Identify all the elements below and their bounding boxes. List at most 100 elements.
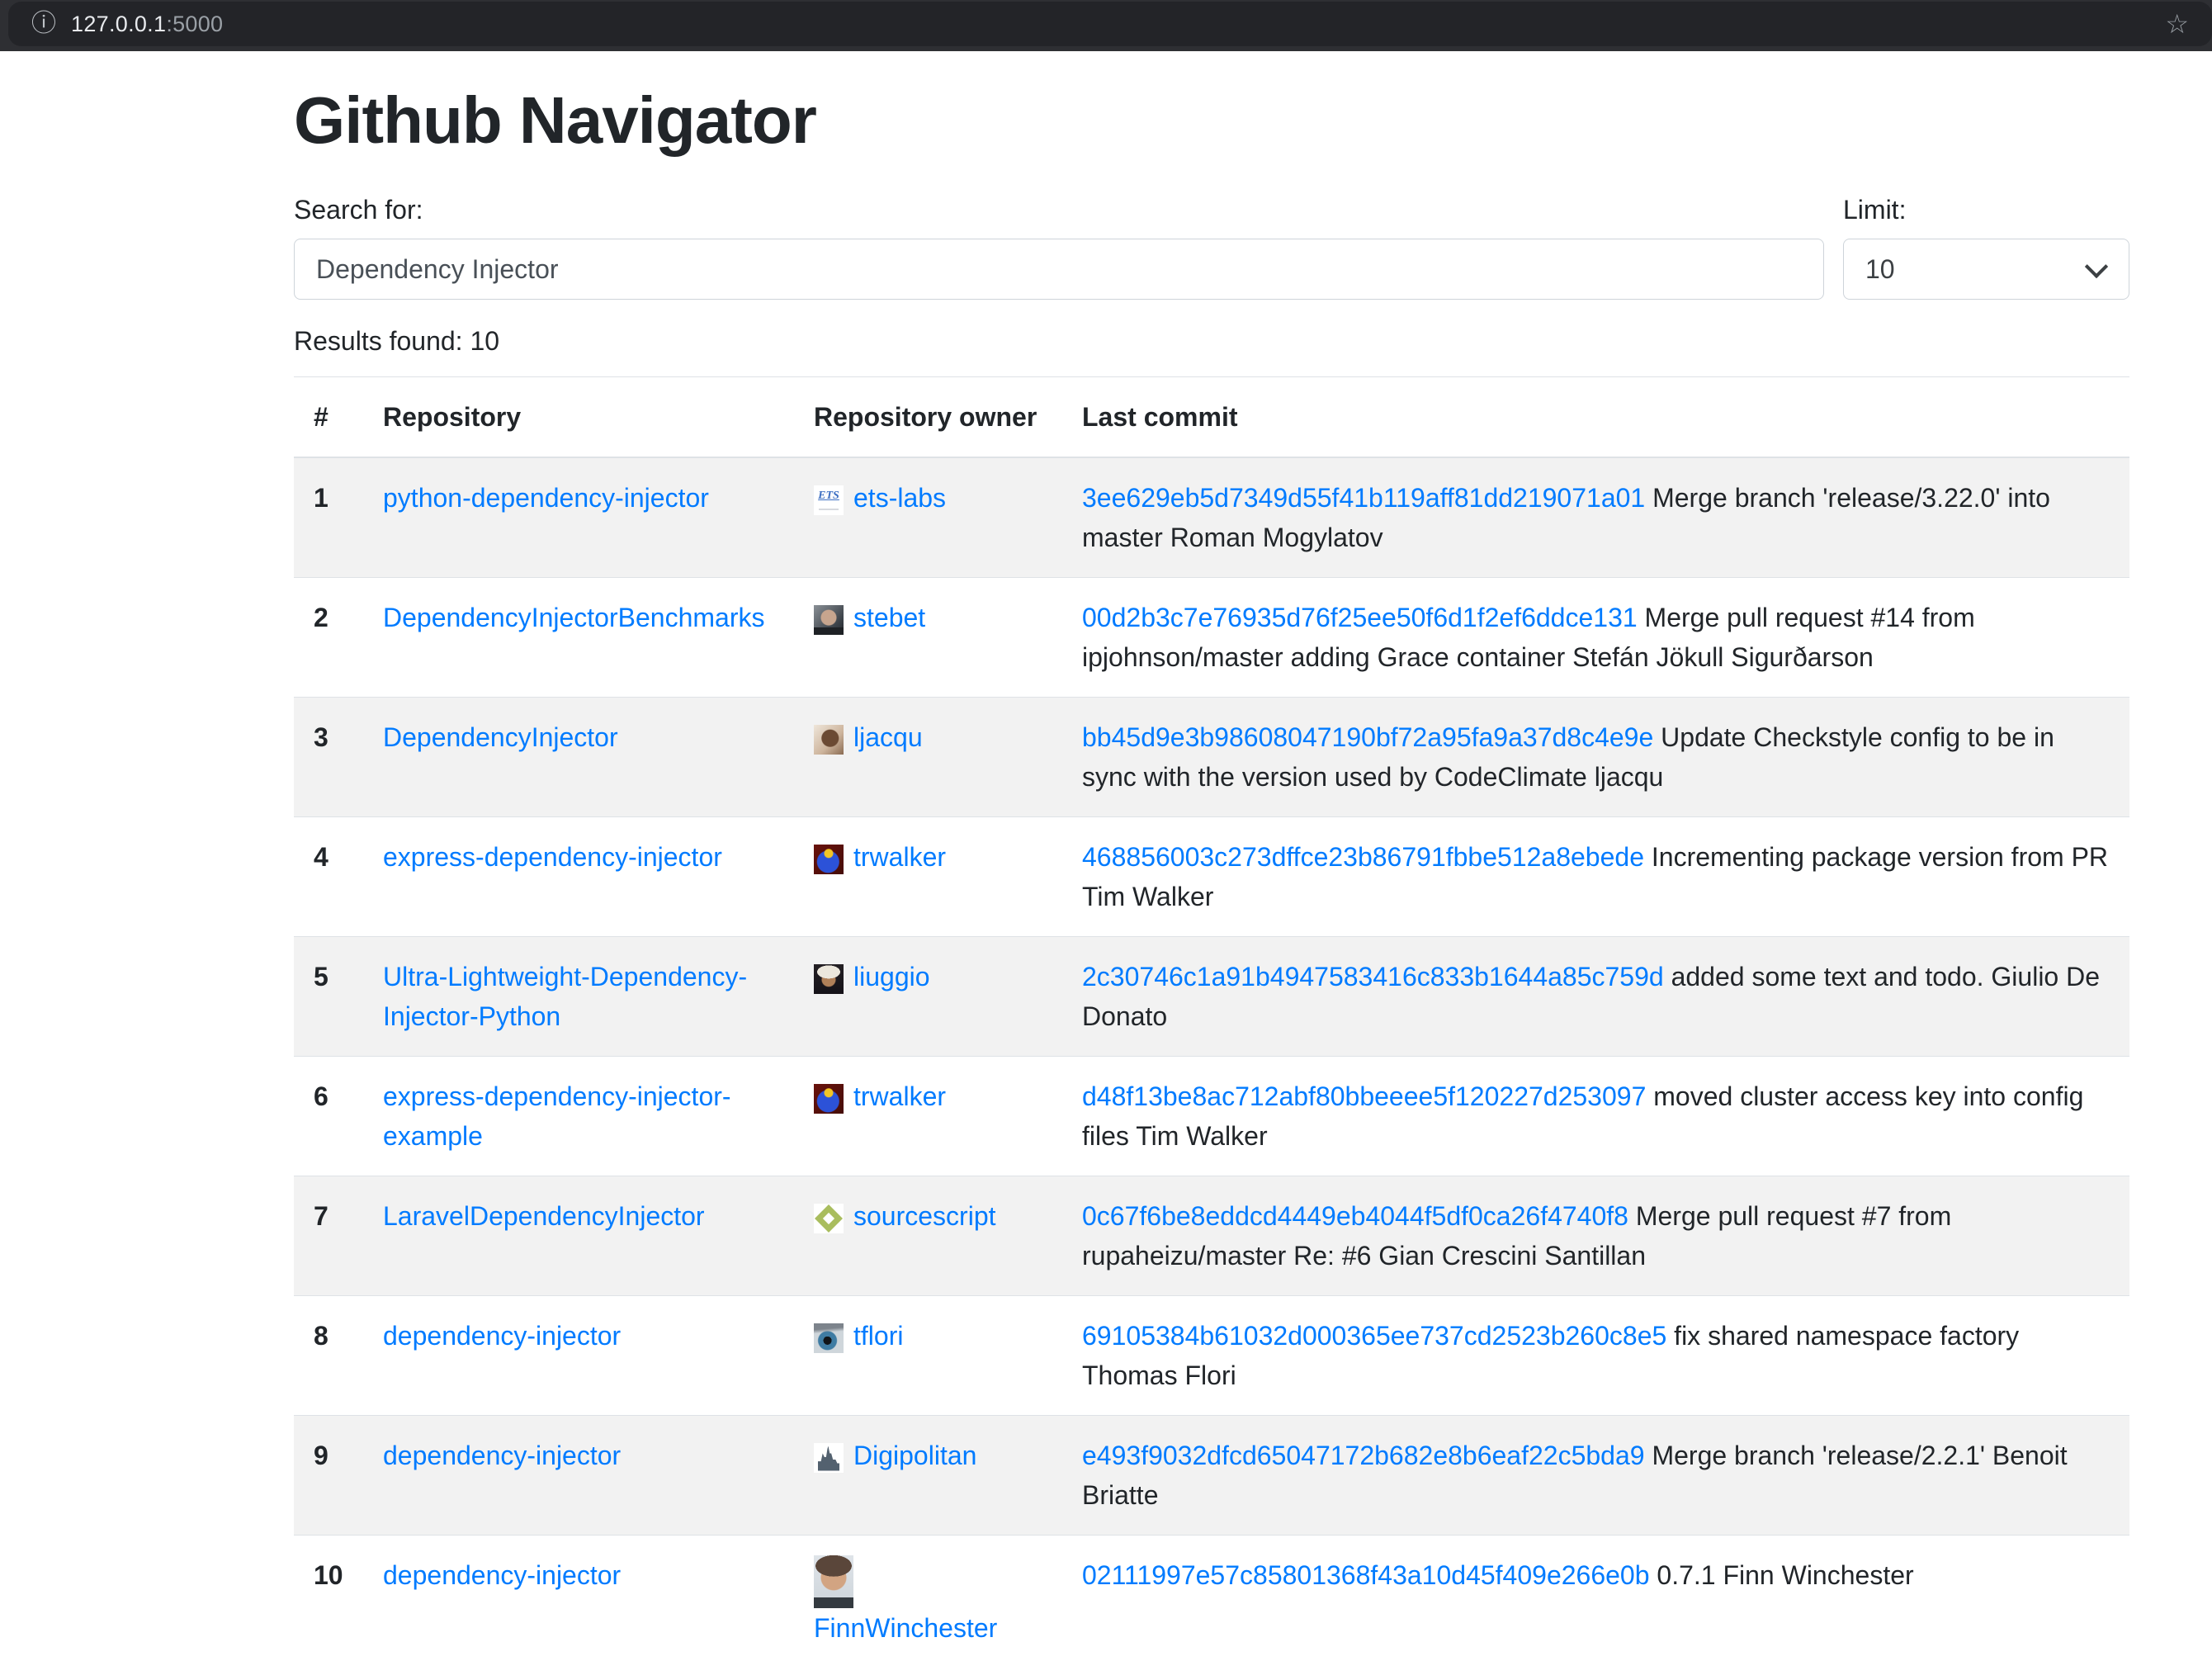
row-number: 6 bbox=[294, 1057, 363, 1176]
owner-link[interactable]: trwalker bbox=[853, 1081, 946, 1111]
limit-label: Limit: bbox=[1843, 195, 2129, 225]
limit-select[interactable]: 10 bbox=[1843, 239, 2129, 300]
search-form: Search for: Limit: 10 bbox=[294, 195, 2129, 300]
owner-link[interactable]: sourcescript bbox=[853, 1201, 996, 1231]
commit-hash-link[interactable]: 69105384b61032d000365ee737cd2523b260c8e5 bbox=[1082, 1321, 1666, 1351]
table-row: 9dependency-injectorDigipolitane493f9032… bbox=[294, 1416, 2129, 1536]
owner-avatar bbox=[814, 845, 844, 874]
owner-cell: sourcescript bbox=[794, 1176, 1062, 1296]
repo-cell: python-dependency-injector bbox=[363, 457, 794, 578]
owner-avatar bbox=[814, 1443, 844, 1473]
results-table-head: # Repository Repository owner Last commi… bbox=[294, 377, 2129, 458]
commit-hash-link[interactable]: 00d2b3c7e76935d76f25ee50f6d1f2ef6ddce131 bbox=[1082, 603, 1638, 632]
repo-link[interactable]: Ultra-Lightweight-Dependency-Injector-Py… bbox=[383, 962, 747, 1031]
commit-hash-link[interactable]: bb45d9e3b98608047190bf72a95fa9a37d8c4e9e bbox=[1082, 722, 1653, 752]
row-number: 7 bbox=[294, 1176, 363, 1296]
owner-cell: ljacqu bbox=[794, 698, 1062, 817]
repo-cell: express-dependency-injector-example bbox=[363, 1057, 794, 1176]
owner-link[interactable]: ets-labs bbox=[853, 483, 946, 513]
repo-cell: dependency-injector bbox=[363, 1416, 794, 1536]
limit-select-wrap: 10 bbox=[1843, 239, 2129, 300]
owner-link[interactable]: trwalker bbox=[853, 842, 946, 872]
results-table-body: 1 python-dependency-injector ets-labs 3ee62… bbox=[294, 457, 2129, 1661]
owner-cell: liuggio bbox=[794, 937, 1062, 1057]
address-bar[interactable]: ⓘ 127.0.0.1:5000 ☆ bbox=[8, 2, 2212, 46]
owner-avatar bbox=[814, 1555, 853, 1608]
results-table: # Repository Repository owner Last commi… bbox=[294, 376, 2129, 1661]
repo-cell: dependency-injector bbox=[363, 1536, 794, 1661]
table-row: 2 DependencyInjectorBenchmarks stebet 00d2b… bbox=[294, 578, 2129, 698]
owner-avatar bbox=[814, 1084, 844, 1114]
search-label: Search for: bbox=[294, 195, 1824, 225]
commit-cell: 69105384b61032d000365ee737cd2523b260c8e5… bbox=[1062, 1296, 2129, 1416]
repo-link[interactable]: express-dependency-injector-example bbox=[383, 1081, 731, 1151]
bookmark-star-icon[interactable]: ☆ bbox=[2165, 11, 2189, 37]
row-number: 2 bbox=[294, 578, 363, 698]
owner-cell: FinnWinchester bbox=[794, 1536, 1062, 1661]
row-number: 3 bbox=[294, 698, 363, 817]
commit-hash-link[interactable]: 0c67f6be8eddcd4449eb4044f5df0ca26f4740f8 bbox=[1082, 1201, 1628, 1231]
table-row: 3 DependencyInjector ljacqu bb45d9e3b986080… bbox=[294, 698, 2129, 817]
commit-hash-link[interactable]: 02111997e57c85801368f43a10d45f409e266e0b bbox=[1082, 1560, 1650, 1590]
repo-cell: Ultra-Lightweight-Dependency-Injector-Py… bbox=[363, 937, 794, 1057]
commit-cell: 00d2b3c7e76935d76f25ee50f6d1f2ef6ddce131… bbox=[1062, 578, 2129, 698]
commit-hash-link[interactable]: e493f9032dfcd65047172b682e8b6eaf22c5bda9 bbox=[1082, 1441, 1645, 1470]
repo-link[interactable]: express-dependency-injector bbox=[383, 842, 722, 872]
owner-cell: trwalker bbox=[794, 817, 1062, 937]
repo-link[interactable]: DependencyInjector bbox=[383, 722, 618, 752]
owner-avatar bbox=[814, 1323, 844, 1353]
repo-link[interactable]: dependency-injector bbox=[383, 1321, 621, 1351]
repo-link[interactable]: dependency-injector bbox=[383, 1560, 621, 1590]
commit-cell: bb45d9e3b98608047190bf72a95fa9a37d8c4e9e… bbox=[1062, 698, 2129, 817]
url-text: 127.0.0.1:5000 bbox=[71, 12, 223, 37]
col-header-num: # bbox=[294, 377, 363, 458]
table-row: 5 Ultra-Lightweight-Dependency-Injector-P… bbox=[294, 937, 2129, 1057]
owner-link[interactable]: Digipolitan bbox=[853, 1441, 976, 1470]
results-count: Results found: 10 bbox=[294, 326, 2129, 357]
owner-link[interactable]: liuggio bbox=[853, 962, 930, 991]
row-number: 1 bbox=[294, 457, 363, 578]
owner-cell: ets-labs bbox=[794, 457, 1062, 578]
commit-hash-link[interactable]: d48f13be8ac712abf80bbeeee5f120227d253097 bbox=[1082, 1081, 1646, 1111]
repo-link[interactable]: LaravelDependencyInjector bbox=[383, 1201, 705, 1231]
table-row: 8dependency-injectortflori69105384b61032… bbox=[294, 1296, 2129, 1416]
owner-avatar bbox=[814, 964, 844, 994]
col-header-repository: Repository bbox=[363, 377, 794, 458]
page-content: Github Navigator Search for: Limit: 10 R… bbox=[0, 51, 2212, 1661]
row-number: 5 bbox=[294, 937, 363, 1057]
row-number: 10 bbox=[294, 1536, 363, 1661]
owner-link[interactable]: stebet bbox=[853, 603, 925, 632]
commit-hash-link[interactable]: 3ee629eb5d7349d55f41b119aff81dd219071a01 bbox=[1082, 483, 1645, 513]
owner-cell: trwalker bbox=[794, 1057, 1062, 1176]
repo-link[interactable]: python-dependency-injector bbox=[383, 483, 709, 513]
owner-link[interactable]: FinnWinchester bbox=[814, 1613, 997, 1643]
commit-hash-link[interactable]: 2c30746c1a91b4947583416c833b1644a85c759d bbox=[1082, 962, 1664, 991]
site-info-icon[interactable]: ⓘ bbox=[31, 12, 56, 36]
owner-avatar bbox=[814, 605, 844, 635]
repo-cell: express-dependency-injector bbox=[363, 817, 794, 937]
table-row: 4express-dependency-injectortrwalker4688… bbox=[294, 817, 2129, 937]
repo-cell: LaravelDependencyInjector bbox=[363, 1176, 794, 1296]
owner-avatar bbox=[814, 485, 844, 515]
commit-cell: 468856003c273dffce23b86791fbbe512a8ebede… bbox=[1062, 817, 2129, 937]
table-row: 10 dependency-injector FinnWinchester 02111… bbox=[294, 1536, 2129, 1661]
owner-link[interactable]: ljacqu bbox=[853, 722, 923, 752]
repo-link[interactable]: DependencyInjectorBenchmarks bbox=[383, 603, 764, 632]
table-row: 1 python-dependency-injector ets-labs 3ee62… bbox=[294, 457, 2129, 578]
commit-cell: 02111997e57c85801368f43a10d45f409e266e0b… bbox=[1062, 1536, 2129, 1661]
commit-cell: 3ee629eb5d7349d55f41b119aff81dd219071a01… bbox=[1062, 457, 2129, 578]
search-input[interactable] bbox=[294, 239, 1824, 300]
owner-avatar bbox=[814, 725, 844, 755]
table-row: 6 express-dependency-injector-example trwa… bbox=[294, 1057, 2129, 1176]
repo-link[interactable]: dependency-injector bbox=[383, 1441, 621, 1470]
owner-cell: Digipolitan bbox=[794, 1416, 1062, 1536]
header-row: # Repository Repository owner Last commi… bbox=[294, 377, 2129, 458]
repo-cell: DependencyInjectorBenchmarks bbox=[363, 578, 794, 698]
page-title: Github Navigator bbox=[294, 83, 2129, 159]
repo-cell: DependencyInjector bbox=[363, 698, 794, 817]
commit-hash-link[interactable]: 468856003c273dffce23b86791fbbe512a8ebede bbox=[1082, 842, 1644, 872]
commit-cell: d48f13be8ac712abf80bbeeee5f120227d253097… bbox=[1062, 1057, 2129, 1176]
search-group: Search for: bbox=[294, 195, 1824, 300]
commit-cell: 0c67f6be8eddcd4449eb4044f5df0ca26f4740f8… bbox=[1062, 1176, 2129, 1296]
owner-link[interactable]: tflori bbox=[853, 1321, 903, 1351]
